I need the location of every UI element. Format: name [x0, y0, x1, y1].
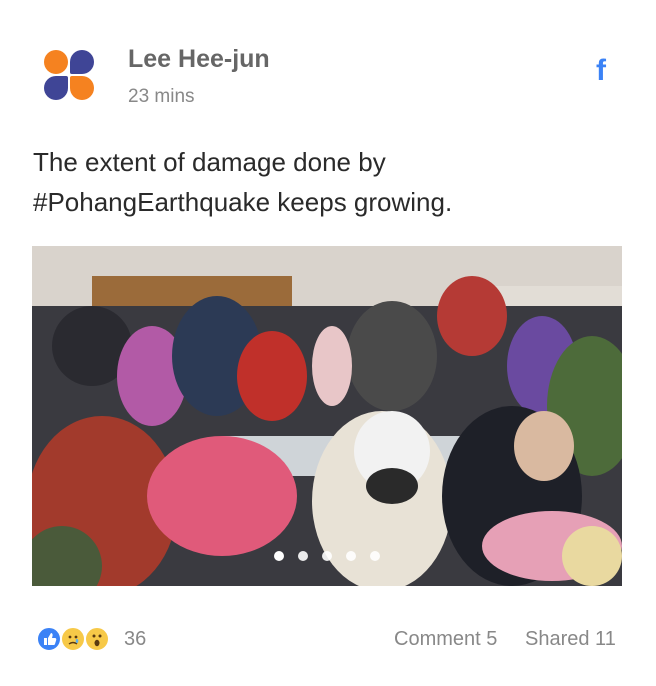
avatar-dot: [44, 50, 68, 74]
pagination-dot[interactable]: [274, 551, 284, 561]
wow-icon: [84, 626, 110, 652]
avatar-dot: [44, 76, 68, 100]
pagination-dot[interactable]: [298, 551, 308, 561]
photo-pagination: [32, 548, 622, 566]
author-name[interactable]: Lee Hee-jun: [128, 45, 270, 74]
pagination-dot[interactable]: [322, 551, 332, 561]
avatar[interactable]: [44, 50, 96, 102]
post-photo[interactable]: [32, 246, 622, 586]
reaction-count[interactable]: 36: [124, 628, 146, 651]
post-timestamp: 23 mins: [128, 86, 195, 107]
avatar-dot: [70, 76, 94, 100]
crowd-photo-illustration: [32, 246, 622, 586]
comment-button[interactable]: Comment 5: [394, 628, 497, 651]
pagination-dot[interactable]: [370, 551, 380, 561]
facebook-icon[interactable]: f: [596, 54, 606, 88]
like-icon: [36, 626, 62, 652]
pagination-dot[interactable]: [346, 551, 356, 561]
shared-button[interactable]: Shared 11: [525, 628, 616, 651]
avatar-dot: [70, 50, 94, 74]
sad-icon: [60, 626, 86, 652]
post-text: The extent of damage done by #PohangEart…: [33, 147, 453, 217]
